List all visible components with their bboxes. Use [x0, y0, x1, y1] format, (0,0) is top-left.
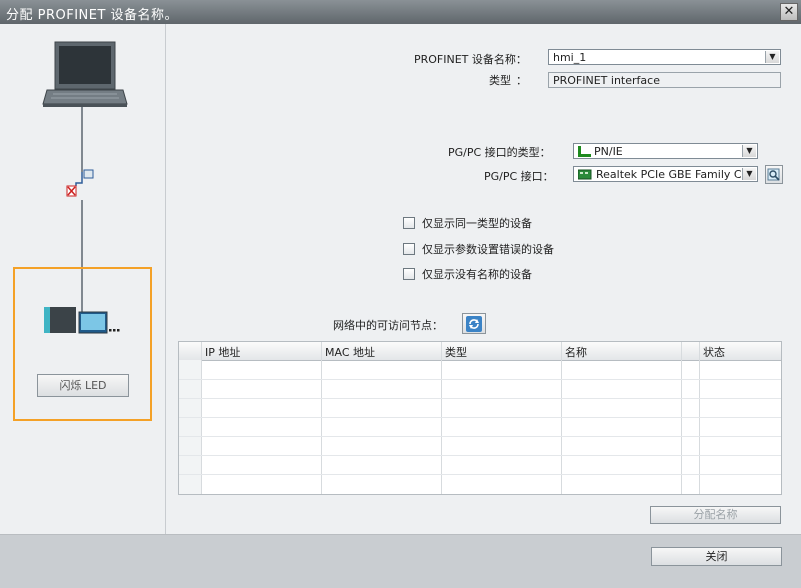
column-header-ip[interactable]: IP 地址 [205, 344, 240, 360]
column-header-mac[interactable]: MAC 地址 [325, 344, 375, 360]
close-button[interactable]: 关闭 [651, 547, 782, 566]
pc-icon [42, 41, 128, 107]
assign-profinet-dialog: 分配 PROFINET 设备名称。 ✕ 闪烁 LED PROFINET 设备名称… [0, 0, 801, 588]
close-icon[interactable]: ✕ [780, 3, 798, 21]
pgpc-interface-label: PG/PC 接口： [484, 170, 554, 183]
pgpc-type-value: PN/IE [594, 145, 623, 158]
pgpc-interface-value: Realtek PCIe GBE Family C... [596, 168, 753, 181]
filter-same-type-checkbox[interactable] [403, 217, 415, 229]
accessible-nodes-label: 网络中的可访问节点： [333, 319, 443, 332]
type-field: PROFINET interface [548, 72, 781, 88]
network-card-icon [578, 169, 592, 180]
column-header-type[interactable]: 类型 [445, 344, 467, 360]
refresh-icon [466, 316, 482, 332]
chevron-down-icon[interactable]: ▼ [742, 168, 756, 180]
dialog-footer: 关闭 [0, 534, 801, 588]
filter-param-error-checkbox[interactable] [403, 243, 415, 255]
selected-device-highlight [13, 267, 152, 421]
filter-param-error-label: 仅显示参数设置错误的设备 [422, 243, 554, 256]
search-icon [767, 168, 780, 181]
accessible-nodes-table[interactable]: IP 地址 MAC 地址 类型 名称 状态 [178, 341, 782, 495]
type-colon: ： [516, 74, 527, 87]
type-label: 类型 [489, 74, 511, 87]
filter-no-name-label: 仅显示没有名称的设备 [422, 268, 532, 281]
filter-no-name-checkbox[interactable] [403, 268, 415, 280]
dialog-title: 分配 PROFINET 设备名称。 [6, 8, 179, 23]
filter-same-type-label: 仅显示同一类型的设备 [422, 217, 532, 230]
device-name-dropdown[interactable]: hmi_1 ▼ [548, 49, 781, 65]
chevron-down-icon[interactable]: ▼ [765, 51, 779, 63]
title-bar: 分配 PROFINET 设备名称。 ✕ [0, 0, 801, 24]
search-button[interactable] [765, 165, 783, 184]
table-header: IP 地址 MAC 地址 类型 名称 状态 [179, 342, 781, 361]
ethernet-icon [578, 146, 591, 157]
network-adapter-icon [66, 169, 94, 197]
device-name-value: hmi_1 [553, 51, 587, 64]
pgpc-type-label: PG/PC 接口的类型： [448, 146, 551, 159]
device-name-label: PROFINET 设备名称： [414, 53, 527, 66]
assign-name-button[interactable]: 分配名称 [650, 506, 781, 524]
pgpc-type-dropdown[interactable]: PN/IE ▼ [573, 143, 758, 159]
pgpc-interface-dropdown[interactable]: Realtek PCIe GBE Family C... ▼ [573, 166, 758, 182]
column-header-name[interactable]: 名称 [565, 344, 587, 360]
refresh-button[interactable] [462, 313, 486, 334]
chevron-down-icon[interactable]: ▼ [742, 145, 756, 157]
column-header-status[interactable]: 状态 [703, 344, 725, 360]
